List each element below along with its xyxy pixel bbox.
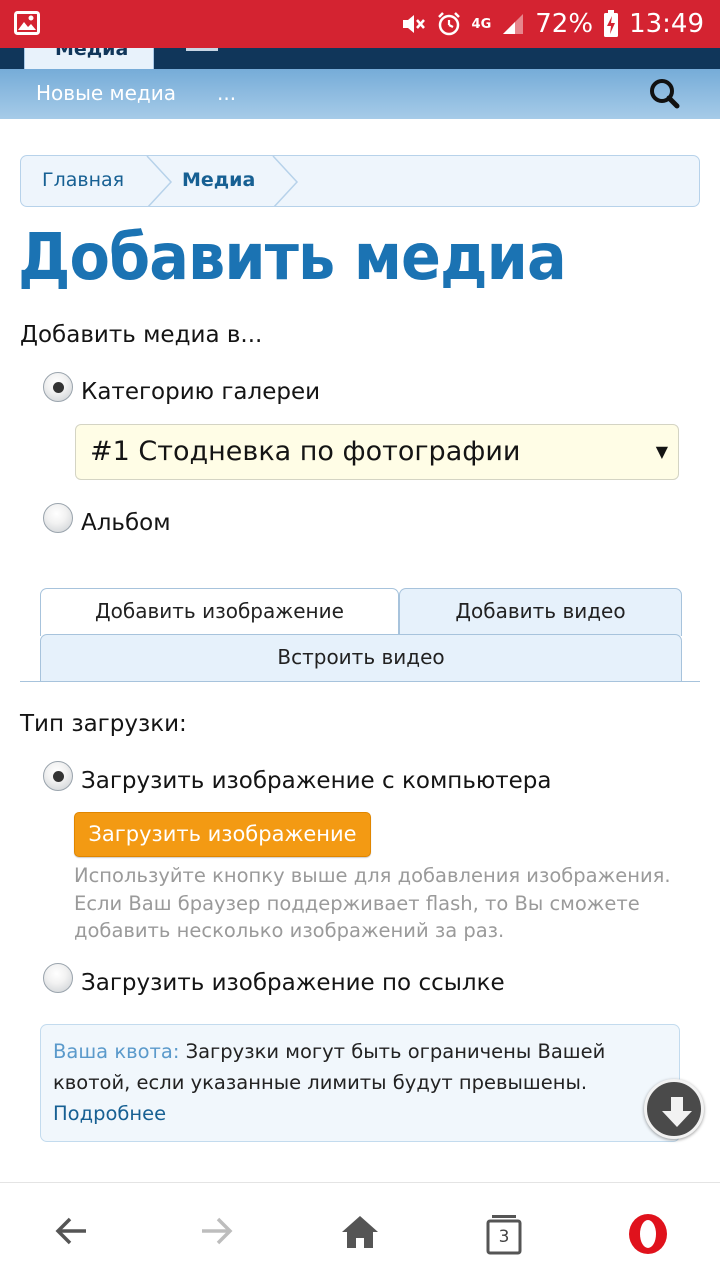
gallery-notification-icon bbox=[14, 11, 40, 35]
add-to-label: Добавить медиа в... bbox=[20, 322, 263, 348]
radio-album-label[interactable]: Альбом bbox=[81, 510, 171, 536]
mute-icon bbox=[402, 15, 425, 33]
alarm-icon bbox=[437, 12, 460, 36]
scroll-down-button[interactable] bbox=[644, 1079, 704, 1139]
quota-notice: Ваша квота: Загрузки могут быть ограниче… bbox=[40, 1024, 680, 1142]
dropdown-arrow-icon: ▼ bbox=[655, 442, 668, 461]
category-select-value: #1 Стодневка по фотографии bbox=[90, 436, 521, 467]
radio-category-label[interactable]: Категорию галереи bbox=[81, 379, 320, 405]
forward-arrow-icon[interactable] bbox=[198, 1213, 234, 1249]
clock: 13:49 bbox=[629, 9, 704, 39]
subnav-more[interactable]: ... bbox=[217, 81, 236, 105]
radio-album[interactable] bbox=[43, 503, 73, 533]
battery-icon bbox=[604, 10, 619, 37]
radio-upload-url[interactable] bbox=[43, 963, 73, 993]
tab-embed-video[interactable]: Встроить видео bbox=[40, 634, 682, 682]
quota-more-link[interactable]: Подробнее bbox=[53, 1102, 166, 1125]
radio-category[interactable] bbox=[43, 372, 73, 402]
home-icon[interactable] bbox=[341, 1215, 379, 1249]
status-bar: 4G 72% 13:49 bbox=[0, 0, 720, 48]
signal-icon bbox=[503, 14, 524, 34]
upload-type-label: Тип загрузки: bbox=[20, 711, 187, 737]
tab-add-video[interactable]: Добавить видео bbox=[399, 588, 682, 636]
breadcrumb: Главная Медиа bbox=[20, 155, 700, 207]
search-icon[interactable] bbox=[648, 78, 682, 110]
breadcrumb-separator bbox=[272, 156, 299, 206]
battery-percent: 72% bbox=[535, 9, 594, 39]
forum-subnav: Новые медиа ... bbox=[0, 69, 720, 119]
radio-upload-computer-label[interactable]: Загрузить изображение с компьютера bbox=[81, 768, 552, 794]
page-title: Добавить медиа bbox=[18, 221, 567, 295]
quota-key: Ваша квота: bbox=[53, 1040, 180, 1063]
category-select[interactable]: #1 Стодневка по фотографии ▼ bbox=[75, 424, 679, 480]
tab-divider bbox=[186, 48, 218, 51]
tab-media[interactable]: Медиа bbox=[24, 48, 154, 69]
breadcrumb-media[interactable]: Медиа bbox=[182, 169, 255, 191]
radio-upload-computer[interactable] bbox=[43, 761, 73, 791]
tabs-divider bbox=[20, 681, 700, 682]
radio-upload-url-label[interactable]: Загрузить изображение по ссылке bbox=[81, 970, 505, 996]
upload-hint: Используйте кнопку выше для добавления и… bbox=[74, 864, 671, 942]
arrow-down-icon bbox=[662, 1097, 692, 1127]
forum-tabs: Медиа bbox=[0, 48, 720, 69]
network-type: 4G bbox=[471, 16, 492, 32]
browser-bottom-bar: 3 bbox=[0, 1182, 720, 1280]
breadcrumb-home[interactable]: Главная bbox=[42, 169, 124, 191]
tab-count: 3 bbox=[498, 1227, 510, 1247]
upload-image-button[interactable]: Загрузить изображение bbox=[74, 812, 371, 857]
opera-menu-icon[interactable] bbox=[627, 1213, 669, 1255]
breadcrumb-separator bbox=[146, 156, 173, 206]
subnav-new-media[interactable]: Новые медиа bbox=[36, 81, 176, 105]
back-arrow-icon[interactable] bbox=[54, 1213, 90, 1249]
tab-add-image[interactable]: Добавить изображение bbox=[40, 588, 399, 636]
